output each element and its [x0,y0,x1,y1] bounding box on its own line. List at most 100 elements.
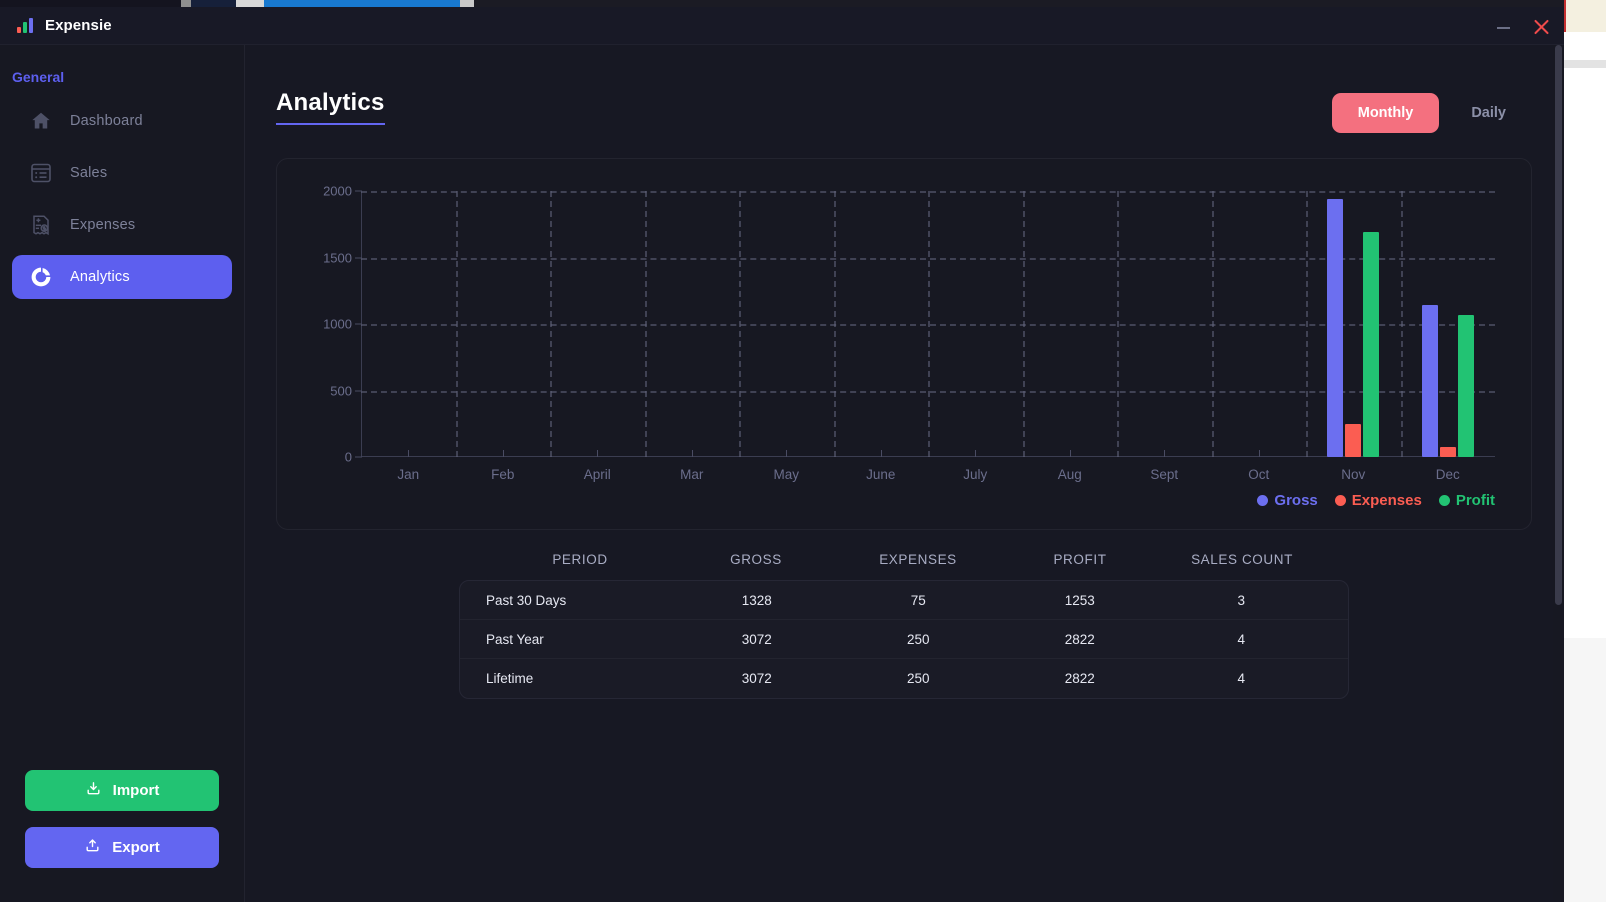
y-axis-tick-label: 0 [344,449,352,465]
table-header-row: PERIOD GROSS EXPENSES PROFIT SALES COUNT [459,552,1349,567]
background-window-right [1564,0,1606,902]
list-icon [28,160,54,186]
sidebar-item-label: Expenses [70,217,136,233]
sidebar: General Dashboard Sales Expenses Analyti… [0,45,245,902]
x-axis-tick-label: May [773,467,800,482]
x-axis-tick-label: Nov [1341,467,1366,482]
window-controls [1496,7,1550,45]
application-window: Expensie General Dashboard Sales Expense… [0,7,1564,902]
x-axis-tick-mark [786,450,788,457]
donut-chart-icon [28,264,54,290]
bar-chart-icon [17,18,35,33]
legend-color-dot [1257,495,1269,506]
summary-table: PERIOD GROSS EXPENSES PROFIT SALES COUNT… [459,552,1349,699]
cell-expenses: 75 [910,592,926,608]
chart-bar [1457,314,1474,457]
legend-label: Gross [1274,492,1318,509]
cell-period: Past 30 Days [486,592,567,608]
y-axis-tick-mark [355,323,362,325]
grid-line-vertical [739,191,741,457]
cell-profit: 2822 [1064,631,1095,647]
x-axis-tick-label: Aug [1057,467,1082,482]
minimize-icon[interactable] [1496,19,1511,34]
legend-label: Expenses [1351,492,1422,509]
cell-gross: 1328 [741,592,772,608]
x-axis-tick-mark [1258,450,1260,457]
chart-bar [1363,232,1380,457]
x-axis-tick-label: Mar [680,467,704,482]
y-axis-tick-label: 500 [330,383,352,398]
grid-line-vertical [644,191,647,457]
grid-line-vertical [833,191,836,457]
bar-chart-plot: 0 500 1000 1500 2000 Jan Feb April Mar May June Jul… [323,184,1495,482]
close-icon[interactable] [1533,18,1550,35]
sidebar-nav: Dashboard Sales Expenses Analytics [0,99,244,299]
y-axis-tick-label: 1500 [323,250,352,265]
vertical-scrollbar[interactable] [1553,45,1564,902]
x-axis-tick-mark [408,450,410,457]
cell-gross: 3072 [741,671,772,686]
scrollbar-thumb[interactable] [1555,45,1562,605]
download-icon [85,780,102,801]
sidebar-actions: Import Export [0,770,244,902]
cell-gross: 3072 [741,631,772,647]
sidebar-item-sales[interactable]: Sales [12,151,232,195]
tab-monthly[interactable]: Monthly [1331,93,1440,133]
legend-color-dot [1334,495,1346,506]
sidebar-section-label: General [12,69,65,85]
sidebar-item-expenses[interactable]: Expenses [12,203,232,247]
x-axis-tick-mark [502,450,504,457]
x-axis-tick-mark [691,450,693,457]
x-axis-tick-label: Sept [1150,467,1179,482]
column-header-expenses: EXPENSES [879,552,957,567]
chart-bar [1439,447,1456,457]
table-row[interactable]: Past Year 3072 250 2822 4 [460,620,1348,659]
table-row[interactable]: Lifetime 3072 250 2822 4 [460,659,1348,698]
upload-icon [84,837,101,858]
chart-bar [1421,305,1438,457]
grid-line-vertical [550,191,552,457]
x-axis-tick-mark [975,450,977,457]
column-header-period: PERIOD [552,552,608,567]
column-header-profit: PROFIT [1053,552,1107,567]
table-row[interactable]: Past 30 Days 1328 75 1253 3 [460,581,1348,620]
export-button[interactable]: Export [25,827,219,868]
x-axis-tick-mark [1069,450,1071,457]
x-axis-tick-mark [880,450,882,457]
legend-item[interactable]: Profit [1438,492,1495,509]
tab-daily[interactable]: Daily [1445,93,1532,133]
cell-profit: 2822 [1064,671,1095,686]
home-icon [28,108,54,134]
import-button[interactable]: Import [25,770,219,811]
cell-profit: 1253 [1064,592,1095,608]
cell-period: Lifetime [486,671,534,686]
sidebar-item-analytics[interactable]: Analytics [12,255,232,299]
x-axis-tick-mark [597,450,599,457]
chart-bar [1327,198,1344,457]
y-axis-tick-mark [355,390,362,391]
grid-line-vertical [928,191,930,457]
cell-expenses: 250 [906,631,930,647]
sidebar-item-label: Sales [70,165,108,181]
background-window-top [0,0,1564,7]
table-body: Past 30 Days 1328 75 1253 3 Past Year 3072 250 2… [459,580,1349,699]
column-header-gross: GROSS [730,552,782,567]
cell-period: Past Year [486,631,544,647]
cell-expenses: 250 [906,671,930,686]
x-axis-tick-label: Feb [491,467,515,482]
chart-card: 0 500 1000 1500 2000 Jan Feb April Mar May June Jul… [276,158,1532,530]
x-axis-tick-label: June [866,467,896,482]
legend-item[interactable]: Gross [1257,492,1318,509]
page-title: Analytics [276,89,385,125]
legend-item[interactable]: Expenses [1334,492,1422,509]
period-toggle: Monthly Daily [1331,93,1532,133]
receipt-dollar-icon [28,212,54,238]
cell-sales-count: 4 [1237,671,1245,686]
app-title: Expensie [45,17,112,34]
chart-bar [1345,423,1362,457]
grid-line-vertical [1400,191,1403,457]
y-axis-tick-label: 1000 [323,316,352,332]
column-header-sales-count: SALES COUNT [1191,552,1293,567]
sidebar-item-dashboard[interactable]: Dashboard [12,99,232,143]
sidebar-item-label: Dashboard [70,113,143,129]
